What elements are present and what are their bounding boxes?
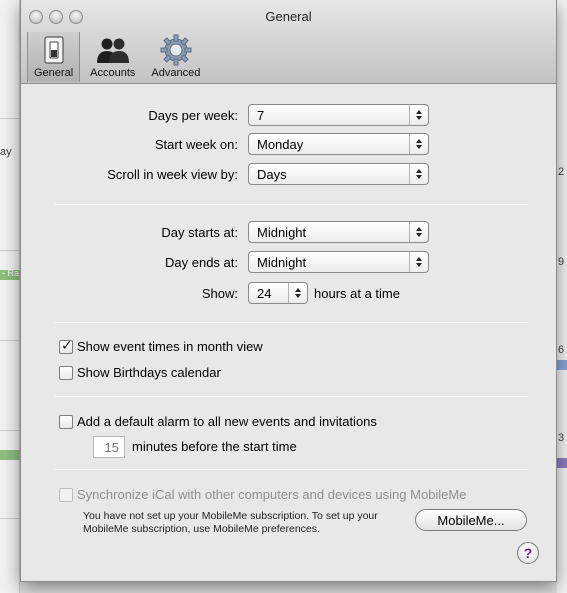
day-ends-row: Day ends at: Midnight [21,251,556,275]
alarm-minutes-label: minutes before the start time [132,439,297,454]
day-starts-value: Midnight [257,225,307,240]
event-times-label: Show event times in month view [77,339,263,354]
background-gridline [0,250,20,251]
popup-arrows-icon [409,222,428,242]
popup-arrows-icon [409,134,428,154]
tab-advanced[interactable]: Advanced [145,32,206,82]
start-week-label: Start week on: [154,137,238,152]
background-right-column [557,0,567,593]
hours-popup[interactable]: 24 [248,282,308,304]
background-text: 9 [558,256,565,268]
background-text: 3 [558,432,565,444]
event-times-checkbox[interactable]: ✓ [59,337,73,354]
divider [55,204,528,205]
help-button[interactable]: ? [517,542,539,564]
window-title: General [265,9,312,24]
popup-arrows-icon [409,105,428,125]
mobileme-note-line: MobileMe subscription, use MobileMe pref… [83,523,320,535]
background-text: 6 [558,344,565,356]
switch-icon [37,35,71,65]
background-event [557,360,567,370]
background-gridline [0,118,20,119]
show-label: Show: [201,286,238,301]
tab-general-label: General [34,67,74,79]
background-left-column [0,0,20,593]
day-starts-label: Day starts at: [161,225,238,240]
popup-arrows-icon [409,164,428,184]
background-event [557,458,567,468]
day-ends-popup[interactable]: Midnight [248,251,429,273]
popup-arrows-icon [409,252,428,272]
checkmark-icon: ✓ [61,337,73,353]
birthdays-label: Show Birthdays calendar [77,365,221,380]
day-starts-popup[interactable]: Midnight [248,221,429,243]
day-ends-value: Midnight [257,255,307,270]
background-event [0,450,20,460]
background-text: ay [0,146,12,158]
tab-general[interactable]: General [27,32,81,82]
tab-advanced-label: Advanced [151,67,201,79]
scroll-week-popup[interactable]: Days [248,163,429,185]
divider [55,322,528,323]
divider [55,469,528,470]
mobileme-note-line: You have not set up your MobileMe subscr… [83,510,378,522]
background-text: - Ra [2,268,20,278]
days-per-week-row: Days per week: 7 [21,104,556,128]
day-ends-label: Day ends at: [165,255,238,270]
days-per-week-popup[interactable]: 7 [248,104,429,126]
tab-accounts[interactable]: Accounts [84,32,141,82]
preferences-window: General General Accounts Advanced Days p… [20,0,557,582]
scroll-week-row: Scroll in week view by: Days [21,163,556,187]
popup-arrows-icon [288,283,307,303]
alarm-minutes-field[interactable]: 15 [93,436,125,458]
scroll-week-label: Scroll in week view by: [107,167,238,182]
days-per-week-label: Days per week: [148,108,238,123]
mobileme-sync-label: Synchronize iCal with other computers an… [77,487,467,502]
people-icon [96,35,130,65]
start-week-row: Start week on: Monday [21,133,556,157]
start-week-value: Monday [257,137,304,152]
background-text: 2 [558,166,565,178]
divider [55,396,528,397]
mobileme-button[interactable]: MobileMe... [415,509,527,531]
default-alarm-checkbox[interactable] [59,415,73,429]
background-gridline [0,340,20,341]
mobileme-note: You have not set up your MobileMe subscr… [83,510,378,536]
default-alarm-label: Add a default alarm to all new events an… [77,414,377,429]
days-per-week-value: 7 [257,108,265,123]
birthdays-checkbox[interactable] [59,366,73,380]
start-week-popup[interactable]: Monday [248,133,429,155]
preference-tabs: General Accounts Advanced [27,32,206,82]
show-hours-row: Show: 24 hours at a time [21,282,556,306]
scroll-week-value: Days [257,167,287,182]
hours-suffix: hours at a time [314,286,400,301]
gear-icon [159,34,193,66]
mobileme-sync-checkbox[interactable] [59,488,73,502]
toolbar: General General Accounts Advanced [21,0,556,84]
background-gridline [0,430,20,431]
background-gridline [0,518,20,519]
hours-value: 24 [257,286,272,301]
day-starts-row: Day starts at: Midnight [21,221,556,245]
tab-accounts-label: Accounts [90,67,136,79]
